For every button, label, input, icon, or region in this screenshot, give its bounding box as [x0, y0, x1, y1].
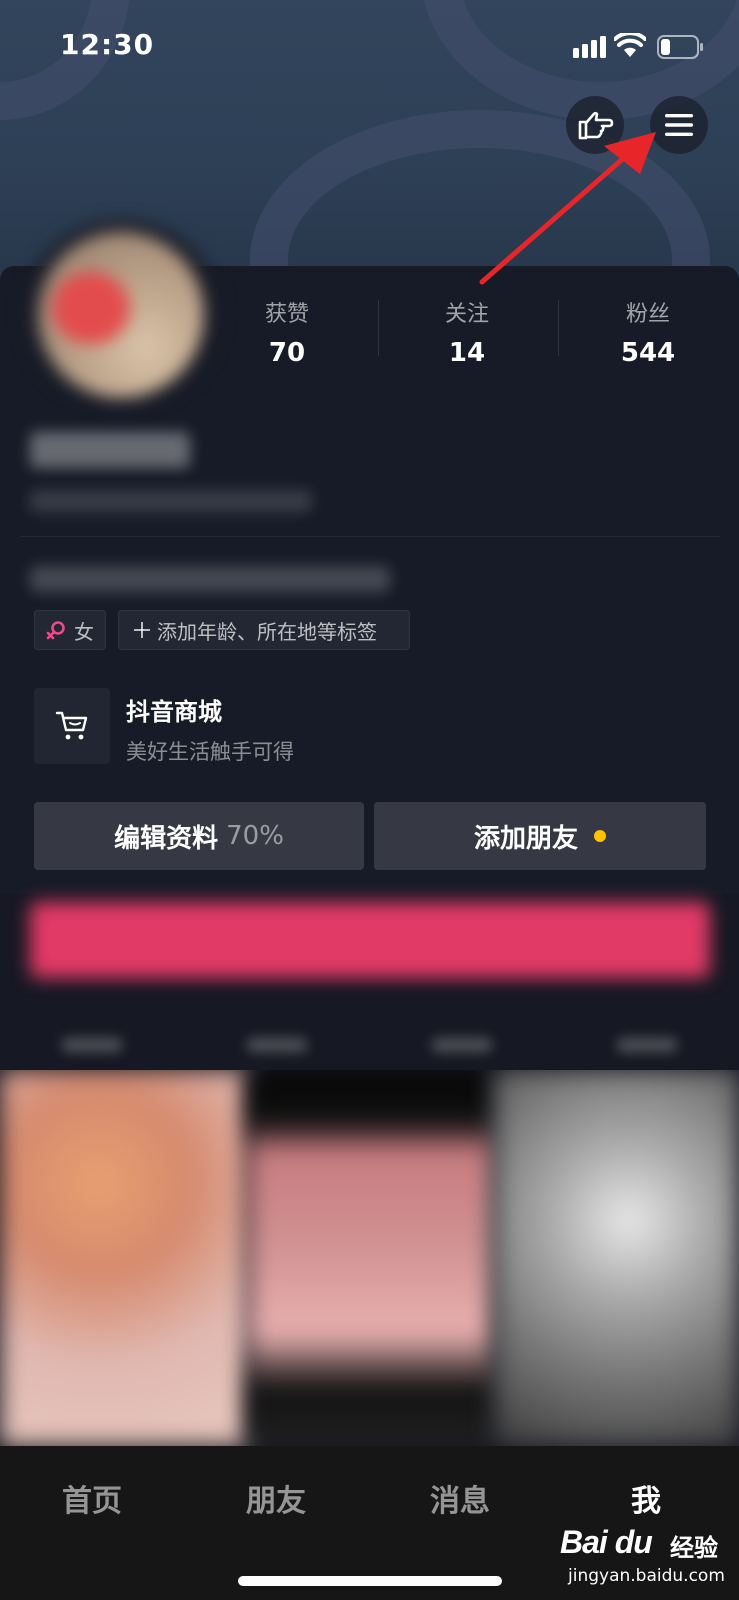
stat-followers-label: 粉丝	[625, 302, 670, 327]
edit-profile-button[interactable]: 编辑资料 70%	[34, 802, 364, 870]
video-thumbnail[interactable]	[0, 1070, 248, 1446]
battery-icon	[657, 35, 703, 59]
edit-profile-label: 编辑资料	[114, 823, 219, 854]
divider	[378, 300, 379, 356]
menu-button[interactable]	[650, 96, 708, 154]
divider	[20, 536, 720, 537]
nav-me[interactable]: 我	[586, 1476, 706, 1520]
baidu-watermark: Bai du 经验 jingyan.baidu.com	[560, 1524, 730, 1590]
status-bar: 12:30	[0, 0, 739, 96]
divider	[558, 300, 559, 356]
stat-followers-value: 544	[620, 338, 676, 368]
tab-redacted[interactable]	[616, 1038, 677, 1052]
add-friend-button[interactable]: 添加朋友	[374, 802, 706, 870]
add-tags-button[interactable]: 添加年龄、所在地等标签	[118, 610, 410, 650]
username-redacted	[30, 432, 190, 468]
gender-tag[interactable]: 女	[34, 610, 106, 650]
signal-icon	[573, 36, 606, 58]
home-indicator	[238, 1576, 502, 1586]
mall-entry[interactable]	[34, 688, 110, 764]
nav-home[interactable]: 首页	[32, 1476, 152, 1520]
female-icon	[46, 621, 65, 640]
gender-label: 女	[74, 619, 94, 644]
plus-icon	[134, 622, 150, 638]
status-time: 12:30	[60, 28, 155, 61]
wifi-icon	[614, 33, 646, 57]
bio-redacted	[30, 566, 390, 592]
avatar[interactable]	[0, 220, 236, 406]
mall-title[interactable]: 抖音商城	[126, 692, 222, 727]
account-id-redacted	[30, 490, 312, 512]
cart-icon	[55, 711, 88, 740]
video-thumbnail[interactable]	[248, 1070, 494, 1446]
stat-likes[interactable]: 获赞 70	[222, 296, 352, 368]
menu-icon	[665, 114, 693, 136]
pointing-hand-icon	[578, 111, 614, 140]
tab-redacted[interactable]	[62, 1038, 123, 1052]
content-tabs[interactable]	[0, 1020, 739, 1070]
stat-likes-value: 70	[268, 338, 306, 368]
stat-following-label: 关注	[444, 302, 489, 327]
tab-redacted[interactable]	[431, 1038, 492, 1052]
stat-followers[interactable]: 粉丝 544	[583, 296, 713, 368]
mall-subtitle: 美好生活触手可得	[126, 740, 294, 764]
visitor-button[interactable]	[566, 96, 624, 154]
nav-messages[interactable]: 消息	[400, 1476, 520, 1520]
video-grid	[0, 1070, 739, 1446]
watermark-logo: Bai du	[560, 1524, 653, 1560]
watermark-url: jingyan.baidu.com	[568, 1566, 725, 1586]
nav-friends[interactable]: 朋友	[216, 1476, 336, 1520]
profile-completion-percent: 70%	[226, 821, 284, 851]
notification-dot	[594, 830, 606, 842]
tab-redacted[interactable]	[247, 1038, 308, 1052]
video-thumbnail[interactable]	[494, 1070, 739, 1446]
stat-following-value: 14	[448, 338, 486, 368]
add-friend-label: 添加朋友	[473, 823, 578, 854]
stat-following[interactable]: 关注 14	[402, 296, 532, 368]
stat-likes-label: 获赞	[264, 302, 309, 327]
watermark-text: 经验	[670, 1534, 718, 1562]
add-tags-label: 添加年龄、所在地等标签	[157, 619, 377, 644]
promo-banner[interactable]	[30, 902, 710, 978]
